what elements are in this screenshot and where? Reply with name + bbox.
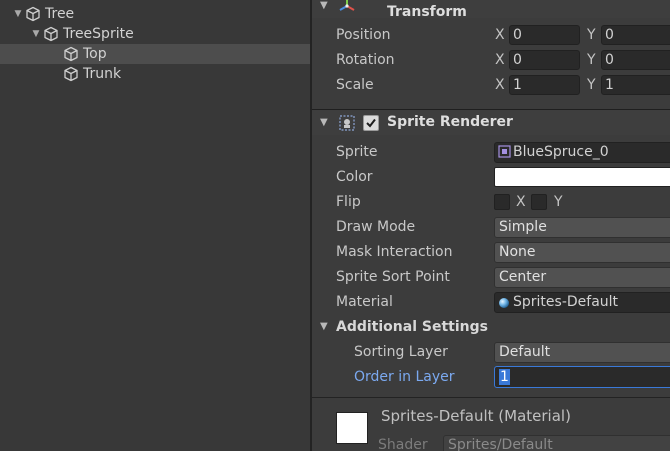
mask-interaction-dropdown[interactable]: None [494, 242, 670, 263]
material-label: Material [336, 294, 393, 310]
section-separator [312, 397, 670, 398]
expand-arrow-icon[interactable]: ▼ [30, 29, 42, 39]
rotation-y-axis-label[interactable]: Y [587, 52, 596, 68]
foldout-arrow-icon[interactable]: ▼ [320, 117, 328, 128]
hierarchy-cutoff-row [0, 0, 310, 3]
inspector-panel: ▼ Transform Position X 0 Y 0 Rotation X … [312, 0, 670, 451]
hierarchy-item-treesprite[interactable]: ▼ TreeSprite [0, 24, 310, 44]
order-in-layer-value: 1 [499, 369, 510, 385]
scale-y-field[interactable]: 1 [601, 75, 670, 95]
transform-axes-icon [338, 0, 356, 19]
scale-x-axis-label[interactable]: X [495, 77, 505, 93]
foldout-arrow-icon[interactable]: ▼ [320, 0, 328, 11]
rotation-y-field[interactable]: 0 [601, 50, 670, 70]
position-x-axis-label[interactable]: X [495, 27, 505, 43]
transform-header[interactable]: ▼ Transform [312, 0, 670, 20]
rotation-x-axis-label[interactable]: X [495, 52, 505, 68]
flip-label: Flip [336, 194, 361, 210]
draw-mode-label: Draw Mode [336, 219, 416, 235]
gameobject-cube-icon [24, 5, 42, 23]
hierarchy-item-label: Trunk [83, 66, 122, 82]
gameobject-cube-icon [62, 45, 80, 63]
sorting-layer-dropdown[interactable]: Default [494, 342, 670, 363]
flip-x-label: X [516, 194, 526, 210]
sprite-renderer-header[interactable]: ▼ Sprite Renderer [312, 109, 670, 135]
scale-x-field[interactable]: 1 [509, 75, 580, 95]
material-preview-thumbnail [336, 412, 368, 444]
sprite-value: BlueSpruce_0 [513, 144, 609, 160]
component-title: Sprite Renderer [387, 114, 513, 130]
hierarchy-item-top[interactable]: Top [0, 44, 310, 64]
flip-y-checkbox[interactable] [531, 194, 547, 210]
sprite-asset-icon [498, 145, 511, 162]
position-y-field[interactable]: 0 [601, 25, 670, 45]
flip-x-checkbox[interactable] [494, 194, 510, 210]
gameobject-cube-icon [42, 25, 60, 43]
sprite-sort-point-label: Sprite Sort Point [336, 269, 450, 285]
component-enabled-checkbox[interactable] [363, 115, 379, 131]
rotation-label: Rotation [336, 52, 395, 68]
material-value: Sprites-Default [513, 294, 619, 310]
hierarchy-panel: ▼ Tree ▼ TreeSprite Top Trunk [0, 0, 310, 451]
material-object-field[interactable]: Sprites-Default [494, 292, 670, 313]
position-y-axis-label[interactable]: Y [587, 27, 596, 43]
rotation-x-field[interactable]: 0 [509, 50, 580, 70]
additional-settings-foldout[interactable]: Additional Settings [336, 319, 488, 335]
order-in-layer-field[interactable]: 1 [494, 366, 670, 388]
hierarchy-item-label: Tree [45, 6, 75, 22]
sprite-label: Sprite [336, 144, 378, 160]
sprite-sort-point-dropdown[interactable]: Center [494, 267, 670, 288]
hierarchy-item-label: Top [83, 46, 107, 62]
sorting-layer-label: Sorting Layer [354, 344, 448, 360]
shader-dropdown[interactable]: Sprites/Default [443, 435, 670, 451]
position-x-field[interactable]: 0 [509, 25, 580, 45]
color-label: Color [336, 169, 373, 185]
color-swatch-field[interactable] [494, 167, 670, 187]
hierarchy-item-tree[interactable]: ▼ Tree [0, 4, 310, 24]
scale-label: Scale [336, 77, 374, 93]
expand-arrow-icon[interactable]: ▼ [12, 9, 24, 19]
material-section-title[interactable]: Sprites-Default (Material) [381, 407, 571, 425]
sprite-renderer-icon [338, 114, 356, 136]
component-title: Transform [387, 4, 467, 20]
material-sphere-icon [498, 296, 510, 312]
sprite-object-field[interactable]: BlueSpruce_0 [494, 142, 670, 163]
draw-mode-dropdown[interactable]: Simple [494, 217, 670, 238]
mask-interaction-label: Mask Interaction [336, 244, 453, 260]
scale-y-axis-label[interactable]: Y [587, 77, 596, 93]
flip-y-label: Y [554, 194, 563, 210]
hierarchy-item-label: TreeSprite [63, 26, 134, 42]
position-label: Position [336, 27, 391, 43]
hierarchy-item-trunk[interactable]: Trunk [0, 64, 310, 84]
shader-label: Shader [378, 437, 428, 451]
foldout-arrow-icon[interactable]: ▼ [320, 321, 328, 332]
gameobject-cube-icon [62, 65, 80, 83]
order-in-layer-label: Order in Layer [354, 369, 455, 385]
